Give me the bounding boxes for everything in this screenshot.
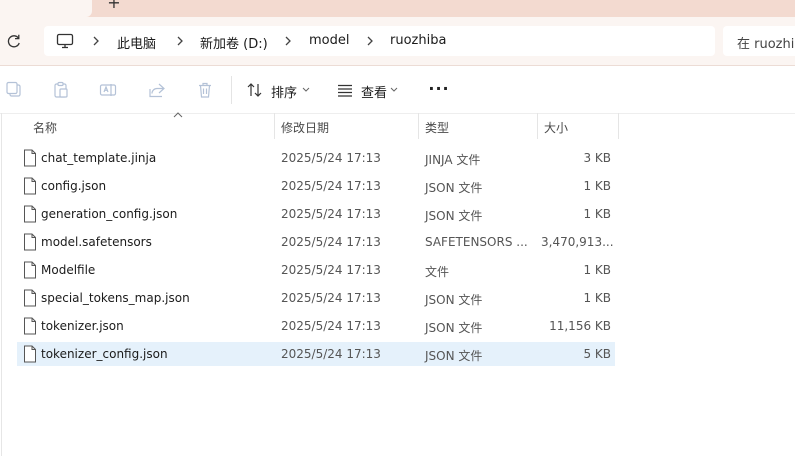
file-name: chat_template.jinja [41, 151, 157, 165]
delete-icon[interactable] [196, 81, 214, 99]
command-bar: 排序 查看 ··· [0, 65, 795, 114]
sort-icon [247, 83, 262, 97]
toolbar-divider [231, 76, 232, 104]
address-row: 此电脑 新加卷 (D:) model ruozhiba 在 ruozhiba 中… [0, 17, 795, 65]
chevron-right-icon[interactable] [90, 34, 102, 48]
table-row[interactable]: generation_config.json 2025/5/24 17:13 J… [17, 202, 615, 226]
file-size: 1 KB [583, 207, 611, 221]
copy-icon[interactable] [5, 81, 23, 99]
file-icon [24, 345, 36, 363]
file-name: generation_config.json [41, 207, 178, 221]
search-input[interactable]: 在 ruozhiba 中搜索 [723, 26, 795, 56]
chevron-down-icon [390, 87, 398, 92]
breadcrumb-this-pc[interactable]: 此电脑 [117, 33, 156, 52]
new-tab-button[interactable]: + [106, 0, 122, 12]
column-name-label: 名称 [33, 121, 58, 135]
refresh-icon[interactable] [5, 32, 23, 50]
view-button[interactable]: 查看 [336, 79, 402, 101]
table-row[interactable]: Modelfile 2025/5/24 17:13 文件 1 KB [17, 258, 615, 282]
file-icon [24, 149, 36, 167]
file-type: SAFETENSORS ... [425, 235, 528, 249]
column-header-name[interactable]: 名称 [27, 112, 274, 139]
file-type: JSON 文件 [425, 321, 483, 335]
sort-ascending-icon [173, 112, 183, 118]
file-size: 1 KB [583, 179, 611, 193]
file-modified: 2025/5/24 17:13 [281, 347, 381, 361]
column-modified-label: 修改日期 [281, 121, 330, 135]
column-header-type[interactable]: 类型 [419, 113, 537, 139]
file-icon [24, 317, 36, 335]
table-row[interactable]: tokenizer.json 2025/5/24 17:13 JSON 文件 1… [17, 314, 615, 338]
search-placeholder: 在 ruozhiba 中搜索 [737, 37, 795, 52]
table-row[interactable]: config.json 2025/5/24 17:13 JSON 文件 1 KB [17, 174, 615, 198]
file-type: JSON 文件 [425, 209, 483, 223]
file-icon [24, 261, 36, 279]
file-name: config.json [41, 179, 107, 193]
breadcrumb-drive-d[interactable]: 新加卷 (D:) [200, 33, 268, 52]
file-icon [24, 289, 36, 307]
file-type: JSON 文件 [425, 293, 483, 307]
breadcrumb-ruozhiba[interactable]: ruozhiba [390, 33, 446, 48]
this-pc-icon[interactable] [56, 32, 74, 50]
column-separator[interactable] [618, 113, 619, 139]
file-type: JINJA 文件 [425, 153, 481, 167]
file-icon [24, 205, 36, 223]
column-type-label: 类型 [425, 121, 450, 135]
file-name: Modelfile [41, 263, 96, 277]
sort-button[interactable]: 排序 [246, 79, 312, 101]
file-icon [24, 177, 36, 195]
file-modified: 2025/5/24 17:13 [281, 263, 381, 277]
chevron-right-icon[interactable] [364, 34, 376, 48]
table-row[interactable]: tokenizer_config.json 2025/5/24 17:13 JS… [17, 342, 615, 366]
table-row[interactable]: model.safetensors 2025/5/24 17:13 SAFETE… [17, 230, 615, 254]
view-icon [338, 84, 352, 97]
file-modified: 2025/5/24 17:13 [281, 235, 381, 249]
file-modified: 2025/5/24 17:13 [281, 319, 381, 333]
file-modified: 2025/5/24 17:13 [281, 291, 381, 305]
chevron-right-icon[interactable] [174, 34, 186, 48]
file-modified: 2025/5/24 17:13 [281, 151, 381, 165]
file-size: 3 KB [583, 151, 611, 165]
file-name: model.safetensors [41, 235, 152, 249]
file-icon [24, 233, 36, 251]
more-options-button[interactable]: ··· [428, 80, 450, 100]
file-list: 名称 修改日期 类型 大小 chat_template.jinja 2025/5… [0, 112, 795, 456]
table-row[interactable]: special_tokens_map.json 2025/5/24 17:13 … [17, 286, 615, 310]
file-size: 11,156 KB [549, 319, 611, 333]
chevron-right-icon[interactable] [282, 34, 294, 48]
chevron-down-icon [302, 87, 310, 92]
paste-icon[interactable] [52, 81, 70, 99]
column-header-modified[interactable]: 修改日期 [275, 113, 418, 139]
table-row[interactable]: chat_template.jinja 2025/5/24 17:13 JINJ… [17, 146, 615, 170]
address-bar[interactable]: 此电脑 新加卷 (D:) model ruozhiba [44, 26, 715, 56]
active-tab[interactable] [0, 0, 92, 17]
file-size: 3,470,913... [541, 235, 614, 249]
column-header-size[interactable]: 大小 [538, 113, 618, 139]
file-name: special_tokens_map.json [41, 291, 190, 305]
share-icon[interactable] [148, 81, 166, 99]
file-name: tokenizer_config.json [41, 347, 168, 361]
file-type: JSON 文件 [425, 349, 483, 363]
breadcrumb-model[interactable]: model [309, 33, 349, 48]
file-type: JSON 文件 [425, 181, 483, 195]
view-label: 查看 [361, 86, 388, 101]
file-modified: 2025/5/24 17:13 [281, 179, 381, 193]
file-size: 1 KB [583, 263, 611, 277]
pane-divider [1, 113, 2, 456]
rename-icon[interactable] [99, 81, 117, 99]
file-name: tokenizer.json [41, 319, 124, 333]
file-modified: 2025/5/24 17:13 [281, 207, 381, 221]
file-size: 1 KB [583, 291, 611, 305]
sort-label: 排序 [271, 86, 298, 101]
file-type: 文件 [425, 265, 450, 279]
file-size: 5 KB [583, 347, 611, 361]
tab-strip: + [0, 0, 795, 17]
column-size-label: 大小 [544, 121, 569, 135]
